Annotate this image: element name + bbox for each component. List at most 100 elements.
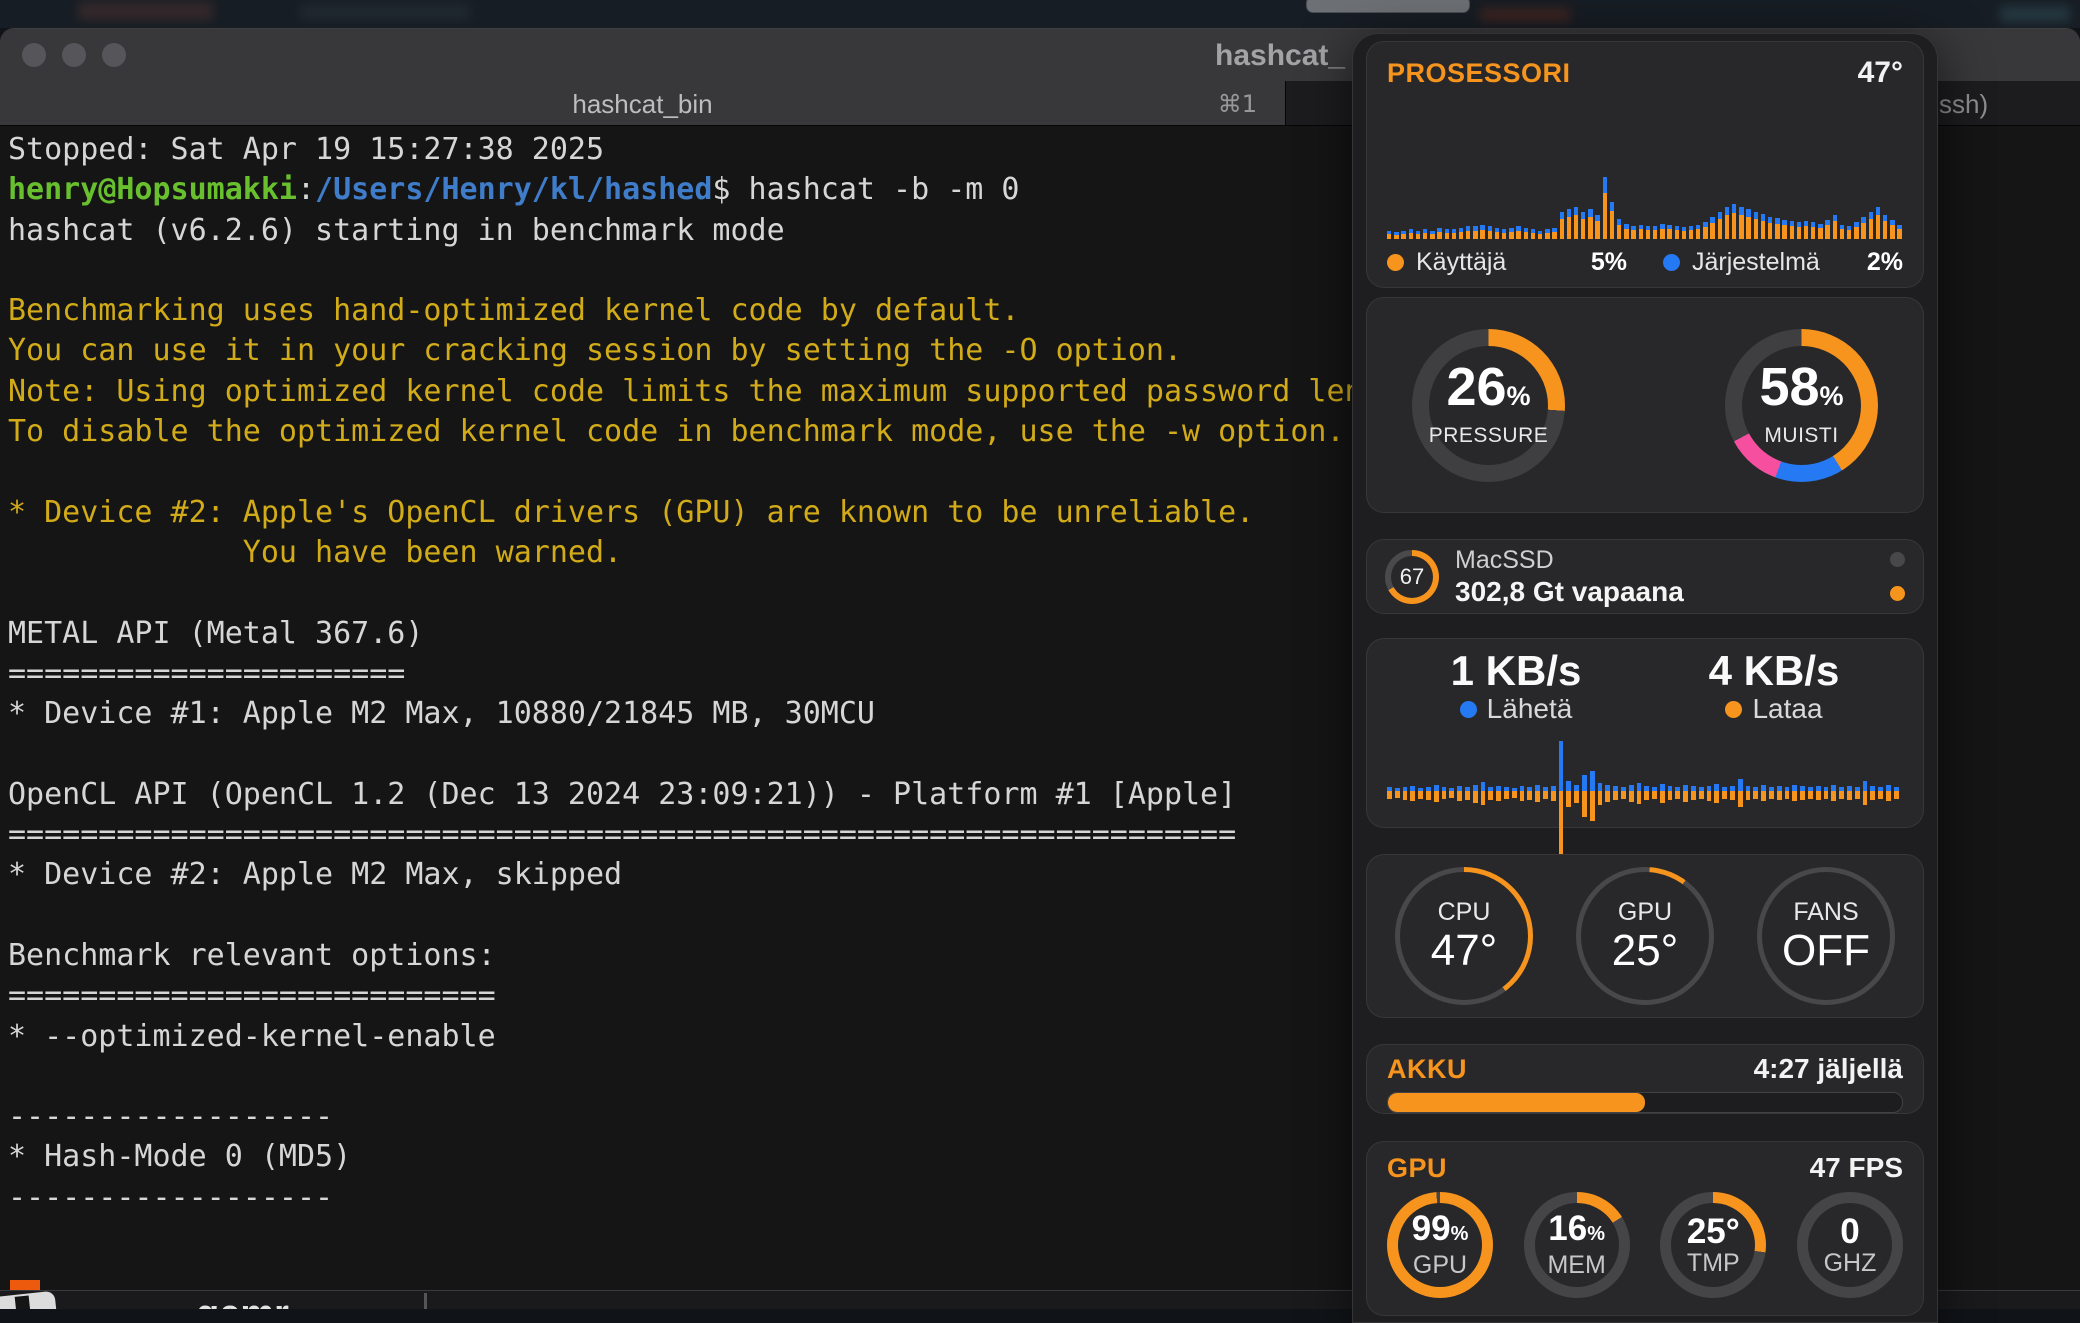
net-down-bar xyxy=(1863,791,1868,805)
tab-shortcut: ⌘1 xyxy=(1218,90,1257,118)
net-down-bar xyxy=(1777,791,1782,800)
net-down-bar xyxy=(1512,791,1517,798)
net-up-bar xyxy=(1481,782,1486,791)
cpu-bar xyxy=(1560,212,1564,239)
gpu-card-title: GPU xyxy=(1387,1153,1447,1184)
terminal-line: METAL API (Metal 367.6) xyxy=(8,614,1435,654)
net-down-bar xyxy=(1847,791,1852,800)
net-down-bar xyxy=(1699,791,1704,799)
traffic-lights xyxy=(22,43,126,67)
terminal-line: ------------------ xyxy=(8,1178,1435,1218)
net-down-bar xyxy=(1753,791,1758,799)
net-down-bar xyxy=(1878,791,1883,799)
cpu-bar xyxy=(1653,226,1657,239)
battery-card-title: AKKU xyxy=(1387,1054,1467,1085)
terminal-line: ========================================… xyxy=(8,815,1435,855)
cpu-bar xyxy=(1516,226,1520,239)
terminal-line: ------------------ xyxy=(8,1097,1435,1137)
net-down-bar xyxy=(1660,791,1665,803)
terminal-line: You have been warned. xyxy=(8,533,1435,573)
text-cursor xyxy=(424,1293,427,1309)
cpu-bar xyxy=(1437,228,1441,239)
desktop-background-strip xyxy=(0,0,2080,28)
cpu-bar xyxy=(1538,231,1542,239)
cpu-bar xyxy=(1710,217,1714,239)
net-down-bar xyxy=(1473,791,1478,803)
net-down-bar xyxy=(1520,791,1525,801)
disk-widget-card[interactable]: 67 MacSSD 302,8 Gt vapaana xyxy=(1366,539,1924,614)
cpu-bar xyxy=(1394,232,1398,239)
cpu-bar xyxy=(1804,221,1808,239)
minimize-button[interactable] xyxy=(62,43,86,67)
upload-legend-dot xyxy=(1460,701,1477,718)
cpu-bar xyxy=(1768,217,1772,239)
terminal-line: You can use it in your cracking session … xyxy=(8,331,1435,371)
cpu-bar xyxy=(1854,222,1858,239)
net-down-bar xyxy=(1496,791,1501,801)
network-history-chart xyxy=(1387,735,1903,865)
cpu-bar xyxy=(1552,228,1556,239)
partial-app-text: gemr xyxy=(196,1293,289,1309)
battery-bar-fill xyxy=(1388,1093,1645,1112)
read-activity-dot xyxy=(1890,552,1905,567)
cpu-bar xyxy=(1545,229,1549,239)
gpu-temp-gauge: GPU 25° xyxy=(1576,867,1714,1005)
tab-label: ssh) xyxy=(1939,89,1988,120)
cpu-temp-gauge: CPU 47° xyxy=(1395,867,1533,1005)
terminal-output[interactable]: Stopped: Sat Apr 19 15:27:38 2025henry@H… xyxy=(8,130,1435,1218)
battery-widget-card[interactable]: AKKU 4:27 jäljellä xyxy=(1366,1044,1924,1114)
cpu-bar xyxy=(1682,227,1686,239)
tab-hashcat-bin[interactable]: hashcat_bin ⌘1 xyxy=(0,81,1285,125)
terminal-line: Benchmarking uses hand-optimized kernel … xyxy=(8,291,1435,331)
cpu-bar xyxy=(1567,209,1571,239)
net-down-bar xyxy=(1637,791,1642,804)
terminal-line: * Device #1: Apple M2 Max, 10880/21845 M… xyxy=(8,694,1435,734)
sensors-widget-card[interactable]: CPU 47° GPU 25° FANS OFF xyxy=(1366,854,1924,1018)
close-button[interactable] xyxy=(22,43,46,67)
net-down-bar xyxy=(1652,791,1657,799)
cpu-bar xyxy=(1897,225,1901,239)
cpu-bar xyxy=(1588,209,1592,239)
memory-label: MUISTI xyxy=(1764,424,1838,448)
terminal-line: Stopped: Sat Apr 19 15:27:38 2025 xyxy=(8,130,1435,170)
net-down-bar xyxy=(1855,791,1860,799)
cpu-bar xyxy=(1811,222,1815,239)
cpu-bar xyxy=(1610,202,1614,239)
net-down-bar xyxy=(1543,791,1548,799)
net-down-bar xyxy=(1527,791,1532,800)
net-down-bar xyxy=(1894,791,1899,799)
app-logo xyxy=(0,1291,57,1309)
terminal-line: * --optimized-kernel-enable xyxy=(8,1017,1435,1057)
net-up-bar xyxy=(1590,771,1595,791)
zoom-button[interactable] xyxy=(102,43,126,67)
net-down-bar xyxy=(1574,791,1579,803)
network-widget-card[interactable]: 1 KB/s Lähetä 4 KB/s Lataa xyxy=(1366,638,1924,828)
terminal-line xyxy=(8,573,1435,613)
cpu-widget-card[interactable]: PROSESSORI 47° Käyttäjä 5% Järjestelmä 2… xyxy=(1366,41,1924,288)
cpu-bar xyxy=(1409,229,1413,239)
terminal-line: henry@Hopsumakki:/Users/Henry/kl/hashed$… xyxy=(8,170,1435,210)
gpu-widget-card[interactable]: GPU 47 FPS 99% GPU 16% MEM xyxy=(1366,1141,1924,1316)
cpu-history-chart xyxy=(1387,147,1903,239)
tab-label: hashcat_bin xyxy=(0,89,1285,120)
cpu-bar xyxy=(1782,220,1786,239)
net-down-bar xyxy=(1730,791,1735,800)
cpu-bar xyxy=(1416,231,1420,239)
net-down-bar xyxy=(1559,791,1564,859)
gpu-fps: 47 FPS xyxy=(1810,1152,1903,1184)
disk-activity-indicators xyxy=(1890,552,1905,601)
net-down-bar xyxy=(1722,791,1727,799)
pressure-memory-card[interactable]: 26% PRESSURE 58% MUISTI xyxy=(1366,297,1924,513)
gpu-clock-gauge: 0 GHZ xyxy=(1797,1192,1903,1298)
cpu-bar xyxy=(1761,214,1765,239)
net-down-bar xyxy=(1668,791,1673,800)
cpu-bar xyxy=(1524,228,1528,239)
disk-usage-gauge: 67 xyxy=(1385,550,1439,604)
cpu-bar xyxy=(1675,226,1679,239)
cpu-card-title: PROSESSORI xyxy=(1387,58,1571,89)
disk-percent: 67 xyxy=(1400,564,1424,590)
net-down-bar xyxy=(1746,791,1751,800)
net-down-bar xyxy=(1714,791,1719,803)
net-down-bar xyxy=(1621,791,1626,799)
terminal-line: * Device #2: Apple M2 Max, skipped xyxy=(8,855,1435,895)
